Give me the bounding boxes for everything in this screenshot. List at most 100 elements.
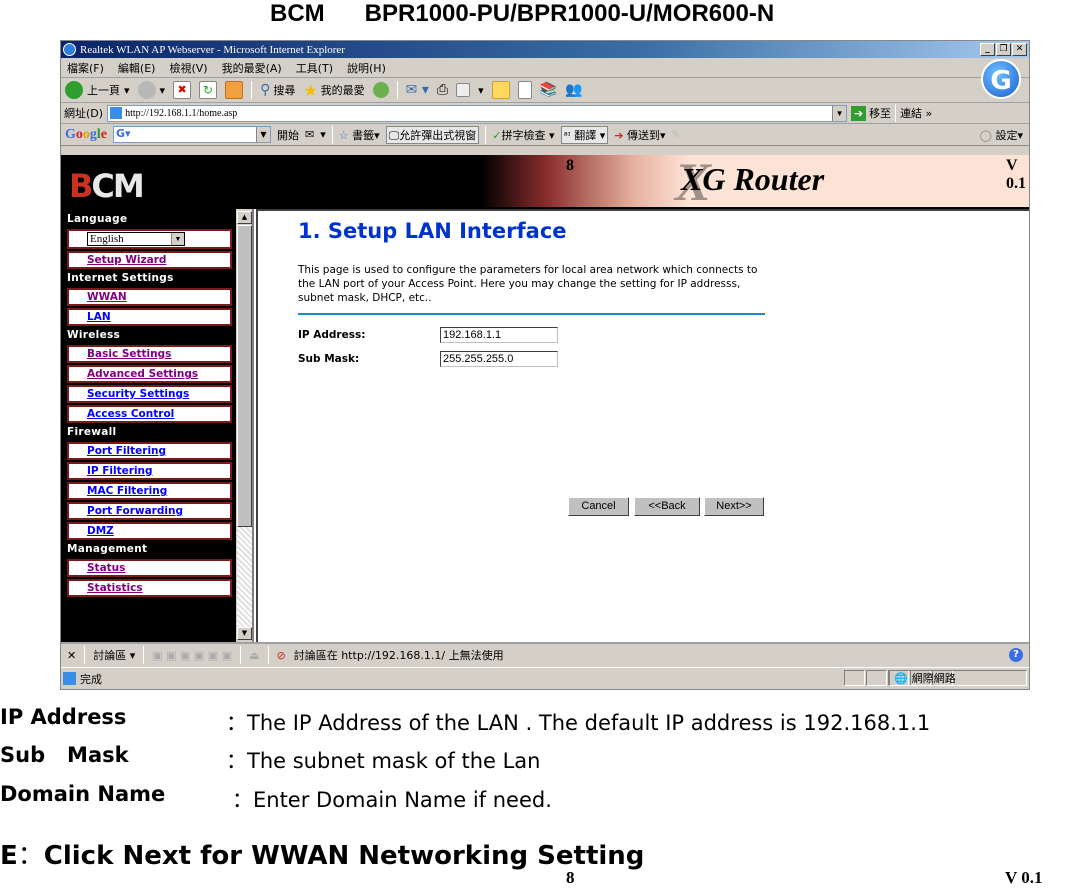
menu-file[interactable]: 檔案(F) [67, 60, 104, 76]
sidebar-item-mac-filtering[interactable]: MAC Filtering [67, 482, 232, 500]
close-discussion-icon[interactable]: ✕ [67, 649, 76, 662]
go-arrow-icon: ➔ [851, 105, 867, 121]
research-icon[interactable]: 📚 [540, 82, 557, 98]
help-icon[interactable]: ? [1009, 648, 1023, 662]
back-step-button[interactable]: <<Back [634, 497, 700, 516]
separator [396, 81, 398, 99]
sidebar-scrollbar[interactable]: ▲ ▼ [236, 209, 254, 642]
ip-address-input[interactable]: 192.168.1.1 [440, 327, 558, 343]
mail-icon[interactable]: ✉ ▾ [406, 82, 429, 98]
stop-icon[interactable]: ✖ [173, 81, 192, 99]
back-label: 上一頁 [87, 84, 120, 97]
scroll-track[interactable] [237, 527, 252, 627]
google-search-input[interactable]: G▾ ▼ [113, 126, 271, 143]
cancel-button[interactable]: Cancel [568, 497, 629, 516]
zone-label: 網際網路 [911, 672, 956, 685]
google-news-icon[interactable]: ✉ [305, 128, 314, 141]
language-select-cell: English ▼ [67, 229, 232, 249]
popup-blocker-button[interactable]: 🖵允許彈出式視窗 [385, 125, 480, 144]
spellcheck-label: 拼字檢查 [501, 128, 546, 142]
google-settings-button[interactable]: ◯ 設定▾ [980, 127, 1029, 143]
sidebar-item-setup-wizard[interactable]: Setup Wizard [67, 251, 232, 269]
address-dropdown-icon[interactable]: ▼ [832, 105, 847, 121]
spellcheck-button[interactable]: ✓拼字檢查 ▾ [492, 127, 554, 143]
router-header: BCM 8 X XG Router V 0.1 [61, 155, 1029, 212]
forward-button[interactable]: ▾ [137, 81, 165, 99]
menu-favorites[interactable]: 我的最愛(A) [222, 60, 282, 76]
notes-icon[interactable] [491, 81, 510, 99]
refresh-icon[interactable]: ↻ [199, 81, 218, 99]
search-button[interactable]: ⚲ 搜尋 [260, 82, 295, 98]
sidebar-item-ip-filtering[interactable]: IP Filtering [67, 462, 232, 480]
sidebar-item-wwan[interactable]: WWAN [67, 288, 232, 306]
sub-mask-label: Sub Mask: [298, 353, 360, 365]
menu-help[interactable]: 說明(H) [347, 60, 386, 76]
edit-icon[interactable] [456, 83, 471, 97]
language-select[interactable]: English ▼ [87, 232, 185, 246]
menu-edit[interactable]: 編輯(E) [118, 60, 156, 76]
sidebar-item-port-forwarding[interactable]: Port Forwarding [67, 502, 232, 520]
bcm-logo: BCM [69, 167, 145, 205]
sidebar-item-access-control[interactable]: Access Control [67, 405, 232, 423]
sub-mask-input[interactable]: 255.255.255.0 [440, 351, 558, 367]
settings-label: 設定▾ [995, 128, 1023, 142]
menu-tools[interactable]: 工具(T) [296, 60, 333, 76]
messenger-icon[interactable]: 👥 [565, 82, 582, 98]
discussion-tools-icons[interactable]: ▣ ▣ ▣ ▣ ▣ ▣ [152, 649, 232, 662]
sidebar-item-lan[interactable]: LAN [67, 308, 232, 326]
page-description: This page is used to configure the param… [298, 264, 758, 304]
menu-view[interactable]: 檢視(V) [169, 60, 207, 76]
favorites-button[interactable]: ★ 我的最愛 [303, 81, 364, 100]
sidebar-item-status[interactable]: Status [67, 559, 232, 577]
separator [251, 81, 253, 99]
home-icon[interactable] [225, 81, 244, 99]
close-button[interactable]: ✕ [1012, 43, 1027, 56]
google-dropdown-icon[interactable]: ▼ [256, 127, 270, 142]
next-button[interactable]: Next>> [704, 497, 764, 516]
section-wireless: Wireless [67, 329, 121, 341]
sidebar-item-statistics[interactable]: Statistics [67, 579, 232, 597]
scroll-up-icon[interactable]: ▲ [237, 211, 252, 224]
title-bar: Realtek WLAN AP Webserver - Microsoft In… [61, 41, 1029, 58]
google-pagerank-icon[interactable]: ▾ [320, 128, 326, 141]
definition-ip-address: IP Address [0, 705, 126, 729]
sidebar-item-dmz[interactable]: DMZ [67, 522, 232, 540]
sidebar-item-basic-settings[interactable]: Basic Settings [67, 345, 232, 363]
minimize-button[interactable]: _ [980, 43, 995, 56]
standard-toolbar: 上一頁 ▾ ▾ ✖ ↻ ⚲ 搜尋 ★ 我的最愛 ✉ ▾ ⎙ ▾ 📚 👥 [61, 78, 1029, 103]
sidebar-item-advanced-settings[interactable]: Advanced Settings [67, 365, 232, 383]
page-done-icon [63, 672, 76, 685]
address-input[interactable]: http://192.168.1.1/home.asp ▼ [107, 104, 848, 122]
forward-arrow-icon [137, 81, 156, 99]
sidebar-item-security-settings[interactable]: Security Settings [67, 385, 232, 403]
main-content: 1. Setup LAN Interface This page is used… [256, 209, 1029, 642]
back-button[interactable]: 上一頁 ▾ [65, 81, 130, 99]
restore-button[interactable]: ❐ [996, 43, 1011, 56]
definition-desc: ：The subnet mask of the Lan [226, 749, 541, 773]
scroll-down-icon[interactable]: ▼ [237, 627, 252, 640]
bookmarks-button[interactable]: ☆ 書籤▾ [339, 127, 380, 143]
send-to-label: 傳送到▾ [626, 128, 666, 142]
history-icon[interactable] [372, 82, 389, 98]
bookmark-star-icon: ☆ [338, 128, 349, 142]
messenger-page-icon[interactable] [517, 81, 532, 99]
sidebar-item-port-filtering[interactable]: Port Filtering [67, 442, 232, 460]
print-icon[interactable]: ⎙ [437, 82, 448, 98]
browser-window: Realtek WLAN AP Webserver - Microsoft In… [60, 40, 1030, 690]
chevron-down-icon[interactable]: ▼ [171, 233, 184, 245]
popup-icon: 🖵 [388, 128, 400, 142]
translate-icon: ᵃᶦ [563, 128, 571, 142]
send-to-button[interactable]: ➔ 傳送到▾ [614, 127, 665, 143]
product-name: XG Router [681, 161, 825, 197]
go-button[interactable]: ➔ 移至 [851, 105, 891, 121]
definition-desc: ：The IP Address of the LAN . The default… [226, 711, 931, 735]
section-internet-settings: Internet Settings [67, 272, 174, 284]
highlighter-icon[interactable]: ✎ [671, 128, 680, 141]
google-start-button[interactable]: 開始 [277, 127, 299, 143]
links-button[interactable]: 連結 » [900, 105, 932, 121]
definition-term: IP Address [0, 705, 127, 729]
translate-button[interactable]: ᵃᶦ 翻譯 ▾ [560, 125, 609, 144]
scroll-thumb[interactable] [237, 225, 252, 527]
discussion-menu[interactable]: 討論區 ▾ [93, 647, 135, 663]
subscribe-icon[interactable]: ⏏ [249, 649, 259, 662]
